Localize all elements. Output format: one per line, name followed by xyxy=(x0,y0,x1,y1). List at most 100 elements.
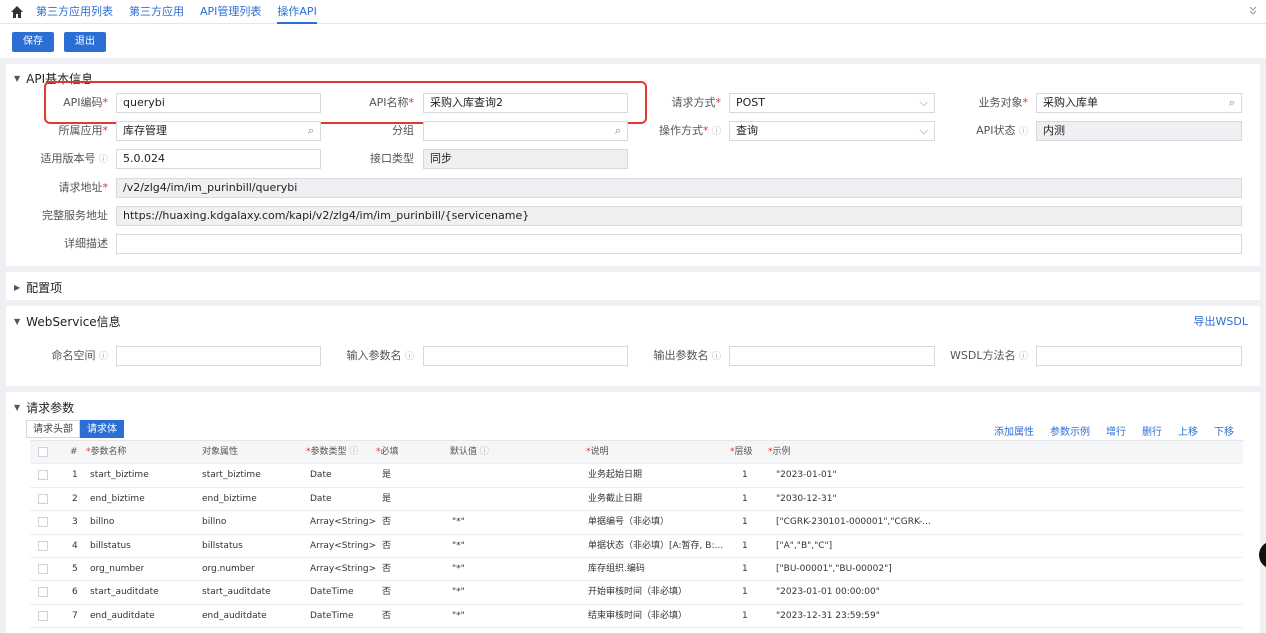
cell-name[interactable]: start_biztime xyxy=(90,464,149,487)
tab-request-header[interactable]: 请求头部 xyxy=(26,420,80,438)
cell-example[interactable]: ["CGRK-230101-000001","CGRK-... xyxy=(776,511,931,534)
select-all-checkbox[interactable] xyxy=(38,447,48,457)
cell-attr[interactable]: start_biztime xyxy=(202,464,261,487)
cell-example[interactable]: ["BU-00001","BU-00002"] xyxy=(776,558,892,581)
params-header[interactable]: ▼ 请求参数 xyxy=(14,399,74,416)
cell-must[interactable]: 否 xyxy=(382,628,391,633)
cell-level[interactable]: 1 xyxy=(742,581,748,604)
webservice-header[interactable]: ▼ WebService信息 xyxy=(14,313,121,330)
cell-name[interactable]: start_auditdate xyxy=(90,581,159,604)
floating-handle[interactable] xyxy=(1259,541,1266,569)
cell-level[interactable]: 1 xyxy=(742,628,748,633)
cell-level[interactable]: 1 xyxy=(742,558,748,581)
cell-n[interactable]: 2 xyxy=(72,488,78,511)
cell-n[interactable]: 4 xyxy=(72,535,78,558)
cell-type[interactable]: Date xyxy=(310,488,332,511)
cell-n[interactable]: 6 xyxy=(72,581,78,604)
search-icon[interactable]: ⌕ xyxy=(308,122,314,140)
cell-name[interactable]: end_auditdate xyxy=(90,605,155,628)
cell-type[interactable]: Array<String> xyxy=(310,558,376,581)
table-row[interactable]: 7 end_auditdate end_auditdate DateTime 否 "*" 结… xyxy=(30,605,1243,629)
table-row[interactable]: 5 org_number org.number Array<String> 否 "*" 库存… xyxy=(30,558,1243,582)
cell-desc[interactable]: 供应商.编码 xyxy=(588,628,636,633)
cell-must[interactable]: 是 xyxy=(382,488,391,511)
cell-desc[interactable]: 库存组织.编码 xyxy=(588,558,645,581)
op-select[interactable]: 查询 ⌵ xyxy=(729,121,935,141)
cell-example[interactable]: "2023-01-01" xyxy=(776,464,837,487)
desc-input[interactable] xyxy=(116,234,1242,254)
config-header[interactable]: ▶ 配置项 xyxy=(14,279,62,296)
api-code-input[interactable]: querybi xyxy=(116,93,321,113)
cell-def[interactable]: "*" xyxy=(452,558,465,581)
cell-example[interactable]: "2030-12-31" xyxy=(776,488,837,511)
cell-example[interactable]: "2023-01-01 00:00:00" xyxy=(776,581,880,604)
row-checkbox[interactable] xyxy=(38,470,48,481)
row-checkbox[interactable] xyxy=(38,563,48,574)
cell-desc[interactable]: 单据编号（非必填） xyxy=(588,511,669,534)
row-checkbox[interactable] xyxy=(38,517,48,528)
col-default[interactable]: 默认值 ⓘ xyxy=(450,441,489,464)
table-row[interactable]: 3 billno billno Array<String> 否 "*" 单据编号（非必填） 1… xyxy=(30,511,1243,535)
tab-request-body[interactable]: 请求体 xyxy=(80,420,124,438)
cell-type[interactable]: DateTime xyxy=(310,581,354,604)
cell-attr[interactable]: billno xyxy=(202,511,226,534)
home-icon[interactable] xyxy=(10,5,24,19)
cell-desc[interactable]: 业务起始日期 xyxy=(588,464,642,487)
col-desc[interactable]: *说明 xyxy=(586,441,609,464)
breadcrumb-operate-api[interactable]: 操作API xyxy=(277,0,317,24)
namespace-input[interactable] xyxy=(116,346,321,366)
cell-type[interactable]: String xyxy=(310,628,337,633)
cell-n[interactable]: 3 xyxy=(72,511,78,534)
row-checkbox[interactable] xyxy=(38,493,48,504)
col-level[interactable]: *层级 xyxy=(730,441,753,464)
param-example-link[interactable]: 参数示例 xyxy=(1050,423,1090,438)
cell-level[interactable]: 1 xyxy=(742,464,748,487)
col-name[interactable]: *参数名称 xyxy=(86,441,127,464)
cell-n[interactable]: 1 xyxy=(72,464,78,487)
api-name-input[interactable]: 采购入库查询2 xyxy=(423,93,628,113)
col-example[interactable]: *示例 xyxy=(768,441,791,464)
input-param-input[interactable] xyxy=(423,346,628,366)
cell-n[interactable]: 8 xyxy=(72,628,78,633)
cell-example[interactable]: ["A","B","C"] xyxy=(776,535,832,558)
table-row[interactable]: 6 start_auditdate start_auditdate DateTime 否… xyxy=(30,581,1243,605)
wsdl-method-input[interactable] xyxy=(1036,346,1242,366)
breadcrumb-app-list[interactable]: 第三方应用列表 xyxy=(36,0,113,24)
cell-def[interactable]: "*" xyxy=(452,605,465,628)
breadcrumb-app[interactable]: 第三方应用 xyxy=(129,0,184,24)
col-must[interactable]: *必填 xyxy=(376,441,399,464)
cell-example[interactable]: "V-0001" xyxy=(776,628,816,633)
cell-name[interactable]: billstatus xyxy=(90,535,131,558)
cell-type[interactable]: Date xyxy=(310,464,332,487)
cell-def[interactable]: "*" xyxy=(452,581,465,604)
cell-attr[interactable]: start_auditdate xyxy=(202,581,271,604)
cell-attr[interactable]: supplier.number xyxy=(202,628,275,633)
table-row[interactable]: 1 start_biztime start_biztime Date 是 业务起始日期 1 "… xyxy=(30,464,1243,488)
move-up-link[interactable]: 上移 xyxy=(1178,423,1198,438)
cell-must[interactable]: 否 xyxy=(382,605,391,628)
add-row-link[interactable]: 增行 xyxy=(1106,423,1126,438)
exit-button[interactable]: 退出 xyxy=(64,32,106,52)
cell-def[interactable]: "*" xyxy=(452,535,465,558)
search-icon[interactable]: ⌕ xyxy=(615,122,621,140)
cell-desc[interactable]: 开始审核时间（非必填） xyxy=(588,581,687,604)
cell-example[interactable]: "2023-12-31 23:59:59" xyxy=(776,605,880,628)
app-input[interactable]: 库存管理 ⌕ xyxy=(116,121,321,141)
delete-row-link[interactable]: 删行 xyxy=(1142,423,1162,438)
chevron-double-down-icon[interactable] xyxy=(1246,4,1260,18)
cell-name[interactable]: org_number xyxy=(90,558,144,581)
cell-desc[interactable]: 单据状态（非必填）[A:暂存, B:... xyxy=(588,535,723,558)
cell-n[interactable]: 5 xyxy=(72,558,78,581)
col-type[interactable]: *参数类型 ⓘ xyxy=(306,441,358,464)
breadcrumb-api-list[interactable]: API管理列表 xyxy=(200,0,261,24)
save-button[interactable]: 保存 xyxy=(12,32,54,52)
table-row[interactable]: 4 billstatus billstatus Array<String> 否 "*" 单据… xyxy=(30,535,1243,558)
add-attr-link[interactable]: 添加属性 xyxy=(994,423,1034,438)
cell-level[interactable]: 1 xyxy=(742,605,748,628)
cell-name[interactable]: billno xyxy=(90,511,114,534)
cell-desc[interactable]: 结束审核时间（非必填） xyxy=(588,605,687,628)
cell-attr[interactable]: org.number xyxy=(202,558,255,581)
cell-attr[interactable]: end_biztime xyxy=(202,488,257,511)
cell-must[interactable]: 否 xyxy=(382,535,391,558)
cell-name[interactable]: end_biztime xyxy=(90,488,145,511)
